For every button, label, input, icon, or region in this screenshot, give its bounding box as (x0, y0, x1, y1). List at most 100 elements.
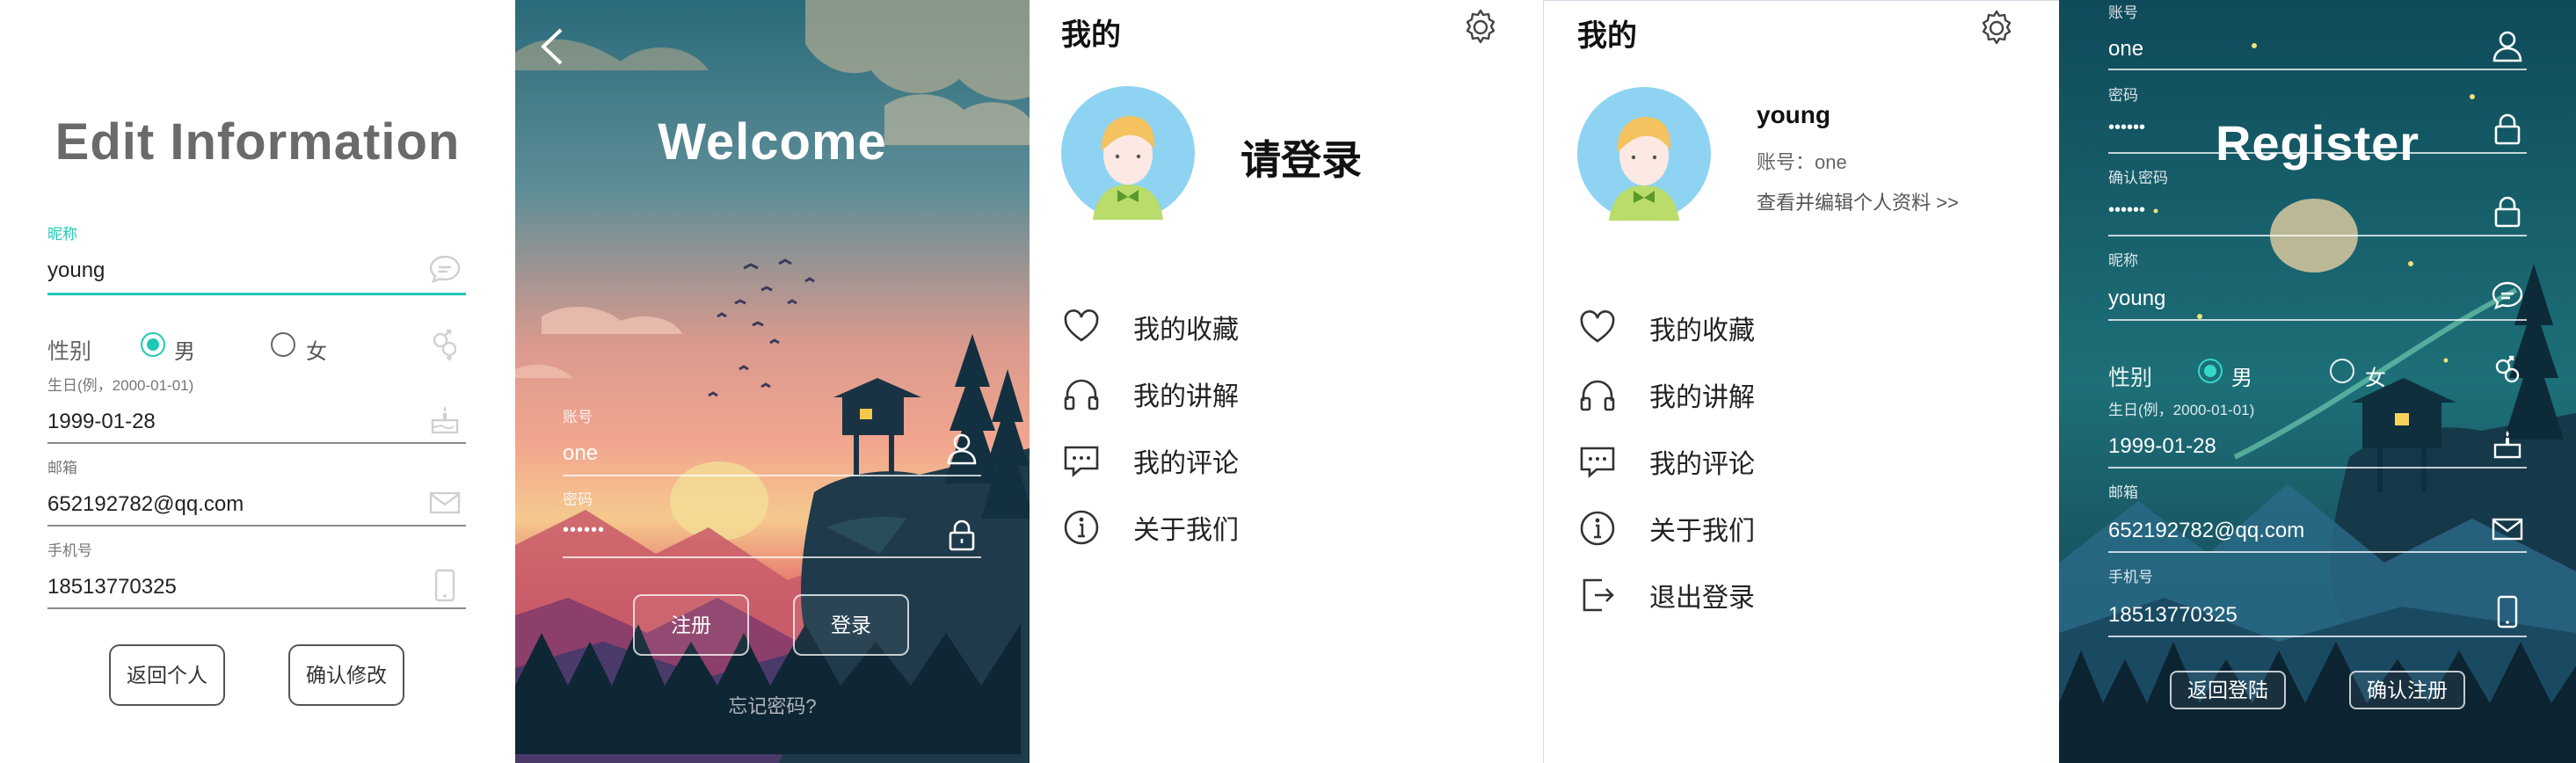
login-button[interactable]: 登录 (793, 594, 909, 656)
back-to-login-button[interactable]: 返回登陆 (2170, 671, 2286, 709)
lock-icon (2494, 113, 2521, 145)
gear-icon[interactable] (1460, 7, 1501, 47)
birthday-input[interactable]: 1999-01-28 (47, 410, 156, 434)
edit-profile-link[interactable]: 查看并编辑个人资料 >> (1757, 187, 1959, 215)
avatar[interactable] (1061, 86, 1195, 220)
gender-male-radio[interactable] (141, 332, 165, 357)
menu-item-about[interactable]: 关于我们 (1577, 502, 2034, 555)
mail-icon (429, 491, 461, 514)
menu-item-label: 我的收藏 (1133, 316, 1239, 345)
menu-item-comments[interactable]: 我的评论 (1577, 435, 2034, 488)
email-label: 邮箱 (2108, 484, 2138, 501)
account-underline (2108, 69, 2527, 70)
gear-icon[interactable] (1976, 8, 2017, 48)
logout-icon (1583, 578, 1614, 612)
user-icon (947, 433, 977, 465)
account-label: 账号 (563, 409, 593, 425)
chat-bubble-icon (429, 255, 461, 284)
email-input[interactable]: 652192782@qq.com (47, 492, 244, 517)
account-underline (563, 475, 981, 476)
login-prompt[interactable]: 请登录 (1241, 128, 1362, 186)
edit-information-screen: Edit Information 昵称 young 性别 男 女 生日(例，20… (0, 0, 515, 763)
info-icon (1064, 510, 1099, 545)
cake-icon (2493, 431, 2521, 459)
account-label: 账号 (2108, 4, 2138, 21)
nickname-input[interactable]: young (2108, 287, 2165, 311)
menu-item-logout[interactable]: 退出登录 (1577, 569, 2034, 621)
headphones-icon (1064, 379, 1099, 411)
gender-icon (433, 329, 457, 360)
phone-input[interactable]: 18513770325 (47, 575, 177, 600)
gender-male-radio[interactable] (2198, 359, 2223, 383)
info-icon (1580, 511, 1615, 546)
nickname-input[interactable]: young (47, 258, 105, 283)
email-label: 邮箱 (47, 460, 77, 476)
phone-input[interactable]: 18513770325 (2108, 603, 2238, 628)
phone-underline (2108, 636, 2527, 637)
gender-label: 性别 (2108, 366, 2153, 390)
gender-female-radio[interactable] (271, 332, 295, 357)
account-input[interactable]: one (563, 441, 598, 466)
gender-label: 性别 (47, 339, 92, 364)
menu-item-commentary[interactable]: 我的讲解 (1577, 368, 2034, 421)
menu-item-label: 关于我们 (1133, 516, 1239, 545)
avatar[interactable] (1577, 87, 1711, 221)
page-title: Edit Information (55, 113, 461, 171)
cake-icon (431, 406, 459, 434)
menu-item-commentary[interactable]: 我的讲解 (1061, 367, 1518, 420)
profile-guest-screen: 我的 请登录 我的收藏 我的讲解 我的评论 关于我们 (1030, 0, 1544, 763)
headphones-icon (1580, 380, 1615, 411)
email-underline (47, 525, 466, 527)
welcome-title: Welcome (658, 113, 887, 171)
birthday-label: 生日(例，2000-01-01) (2108, 402, 2255, 418)
password-label: 密码 (2108, 87, 2138, 104)
gender-female-label: 女 (306, 340, 327, 364)
user-icon (2492, 31, 2522, 62)
gender-male-label: 男 (2231, 367, 2252, 390)
menu-item-label: 我的讲解 (1649, 383, 1755, 412)
account-text: 账号：one (1757, 151, 1847, 173)
gender-female-label: 女 (2365, 367, 2386, 390)
password-input[interactable]: •••••• (563, 520, 605, 541)
forgot-password-link[interactable]: 忘记密码? (515, 691, 1030, 719)
chat-bubble-icon (2492, 281, 2523, 310)
menu-item-label: 我的收藏 (1649, 316, 1755, 345)
birthday-underline (2108, 467, 2527, 469)
nickname-underline (2108, 319, 2527, 321)
confirm-register-button[interactable]: 确认注册 (2349, 671, 2465, 709)
nickname-label: 昵称 (47, 226, 77, 243)
comment-icon (1580, 447, 1615, 478)
menu-item-favorites[interactable]: 我的收藏 (1061, 301, 1518, 353)
password-input[interactable]: •••••• (2108, 118, 2145, 138)
birthday-input[interactable]: 1999-01-28 (2108, 434, 2216, 459)
account-input[interactable]: one (2108, 37, 2143, 62)
confirm-edit-button[interactable]: 确认修改 (288, 644, 404, 706)
menu-item-about[interactable]: 关于我们 (1061, 501, 1518, 554)
gender-female-radio[interactable] (2330, 359, 2354, 383)
mail-icon (2492, 518, 2523, 541)
nickname-underline (47, 293, 466, 295)
username: young (1757, 101, 1830, 128)
register-button[interactable]: 注册 (633, 594, 749, 656)
phone-label: 手机号 (2108, 569, 2153, 585)
gender-icon (2495, 355, 2520, 383)
password-label: 密码 (563, 491, 593, 508)
menu-item-favorites[interactable]: 我的收藏 (1577, 302, 2034, 354)
menu-item-comments[interactable]: 我的评论 (1061, 434, 1518, 487)
confirm-password-input[interactable]: •••••• (2108, 200, 2145, 221)
menu-item-label: 我的评论 (1649, 450, 1755, 479)
password-underline (2108, 152, 2527, 154)
phone-underline (47, 607, 466, 609)
profile-user-screen: 我的 young 账号：one 查看并编辑个人资料 >> 我的收藏 我的讲解 我… (1544, 0, 2059, 763)
confirm-password-underline (2108, 235, 2527, 236)
register-screen: Register 账号 one 密码 •••••• 确认密码 •••••• 昵称… (2059, 0, 2576, 763)
profile-menu: 我的收藏 我的讲解 我的评论 关于我们 退出登录 (1577, 302, 2034, 621)
menu-item-label: 退出登录 (1649, 584, 1755, 613)
lock-icon (2494, 196, 2521, 228)
back-to-profile-button[interactable]: 返回个人 (109, 644, 225, 706)
back-arrow-icon[interactable] (538, 26, 566, 67)
heart-icon (1580, 310, 1615, 343)
email-input[interactable]: 652192782@qq.com (2108, 519, 2304, 543)
confirm-password-label: 确认密码 (2108, 170, 2168, 186)
email-underline (2108, 551, 2527, 553)
